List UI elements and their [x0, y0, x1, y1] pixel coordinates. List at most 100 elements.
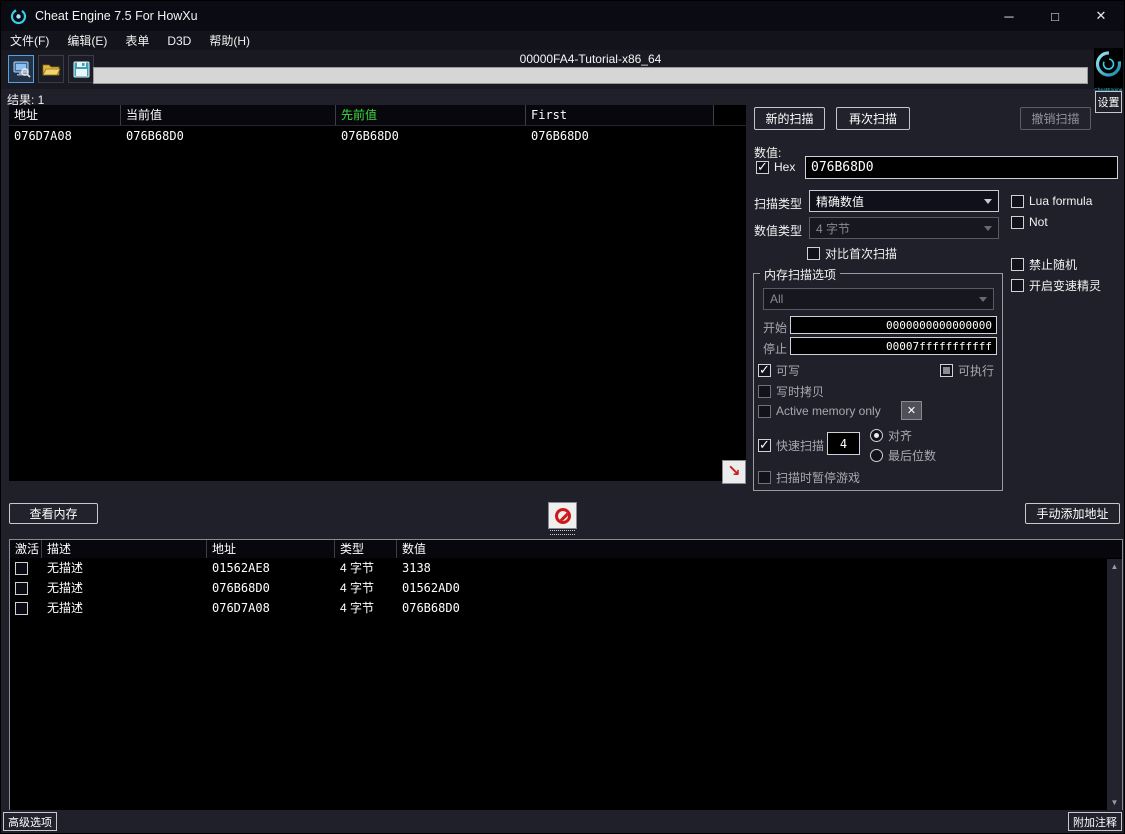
menu-file[interactable]: 文件(F) [1, 31, 58, 50]
maximize-button[interactable]: □ [1032, 1, 1078, 31]
value-type-value: 4 字节 [816, 221, 851, 236]
add-address-manually-button[interactable]: 手动添加地址 [1025, 503, 1120, 524]
address-row[interactable]: 无描述 01562AE8 4 字节 3138 [10, 558, 1122, 578]
pause-game-checkbox[interactable] [758, 471, 771, 484]
unrandomizer-checkbox[interactable] [1011, 258, 1024, 271]
cheat-engine-window: Cheat Engine 7.5 For HowXu ─ □ ✕ 文件(F) 编… [0, 0, 1125, 834]
fast-scan-row: 快速扫描 [758, 437, 824, 454]
value-cell: 01562AD0 [402, 581, 460, 595]
titlebar: Cheat Engine 7.5 For HowXu ─ □ ✕ [1, 1, 1124, 31]
type-cell: 4 字节 [340, 601, 375, 615]
chevron-down-icon [979, 296, 987, 302]
column-header-address[interactable]: 地址 [9, 105, 121, 125]
writable-row: 可写 [758, 362, 800, 379]
select-process-button[interactable] [8, 55, 34, 83]
process-area: 00000FA4-Tutorial-x86_64 [93, 52, 1088, 84]
add-selected-to-addresslist-button[interactable]: ↘ [722, 460, 746, 484]
active-checkbox[interactable] [15, 561, 28, 575]
last-digits-radio[interactable] [870, 449, 883, 462]
undo-scan-button[interactable]: 撤销扫描 [1020, 107, 1091, 130]
memory-region-dropdown[interactable]: All [763, 288, 994, 310]
compare-first-checkbox[interactable] [807, 247, 820, 260]
memory-view-button[interactable]: 查看内存 [9, 503, 98, 524]
active-memory-clear-button[interactable]: ✕ [901, 401, 922, 420]
value-type-dropdown[interactable]: 4 字节 [809, 217, 999, 239]
active-checkbox[interactable] [15, 581, 28, 595]
hex-checkbox[interactable] [756, 159, 769, 175]
column-header-current-value[interactable]: 当前值 [121, 105, 336, 125]
column-header-active[interactable]: 激活 [10, 540, 42, 558]
comments-button[interactable]: 附加注释 [1068, 812, 1122, 831]
next-scan-button[interactable]: 再次扫描 [836, 107, 910, 130]
start-label: 开始 [763, 321, 788, 335]
copy-on-write-label: 写时拷贝 [776, 385, 825, 399]
address-row[interactable]: 无描述 076D7A08 4 字节 076B68D0 [10, 598, 1122, 618]
fast-scan-alignment-input[interactable] [827, 432, 860, 455]
last-digits-label: 最后位数 [888, 449, 937, 463]
scan-progressbar [93, 67, 1088, 84]
active-memory-checkbox[interactable] [758, 404, 771, 418]
column-header-address[interactable]: 地址 [207, 540, 335, 558]
minimize-button[interactable]: ─ [986, 1, 1032, 31]
attached-process-name: 00000FA4-Tutorial-x86_64 [519, 52, 662, 66]
stop-address-input[interactable] [790, 337, 997, 355]
stop-button[interactable] [548, 502, 577, 529]
cheat-engine-logo[interactable]: CheatEngine [1094, 48, 1123, 92]
column-header-description[interactable]: 描述 [42, 540, 207, 558]
compare-first-row: 对比首次扫描 [807, 245, 897, 262]
open-file-button[interactable] [38, 55, 64, 83]
stop-label: 停止 [763, 342, 788, 356]
chevron-down-icon [984, 225, 992, 231]
scan-value-input[interactable] [805, 156, 1118, 179]
column-header-type[interactable]: 类型 [335, 540, 397, 558]
fast-scan-checkbox[interactable] [758, 437, 771, 453]
advanced-options-button[interactable]: 高级选项 [3, 812, 57, 831]
menu-help[interactable]: 帮助(H) [200, 31, 259, 50]
menu-edit[interactable]: 编辑(E) [58, 31, 116, 50]
not-checkbox[interactable] [1011, 215, 1024, 229]
address-list: 激活 描述 地址 类型 数值 无描述 01562AE8 4 字节 3138 无描… [9, 539, 1123, 811]
column-header-value[interactable]: 数值 [397, 540, 1122, 558]
lua-formula-checkbox[interactable] [1011, 194, 1024, 208]
close-icon: ✕ [906, 405, 917, 417]
save-floppy-icon [73, 61, 89, 77]
splitter-handle[interactable] [550, 530, 575, 535]
type-cell: 4 字节 [340, 581, 375, 595]
column-header-first[interactable]: First [526, 105, 714, 125]
type-cell: 4 字节 [340, 561, 375, 575]
align-radio[interactable] [870, 429, 883, 442]
copy-on-write-checkbox[interactable] [758, 385, 771, 398]
scroll-down-icon[interactable]: ▼ [1107, 795, 1122, 810]
scroll-up-icon[interactable]: ▲ [1107, 559, 1122, 574]
active-memory-label: Active memory only [776, 404, 881, 418]
address-row[interactable]: 无描述 076B68D0 4 字节 01562AD0 [10, 578, 1122, 598]
new-scan-button[interactable]: 新的扫描 [754, 107, 825, 130]
align-row: 对齐 [870, 427, 912, 444]
unrandomizer-row: 禁止随机 [1011, 256, 1077, 273]
speedhack-checkbox[interactable] [1011, 279, 1024, 292]
result-current-value: 076B68D0 [126, 129, 184, 143]
found-list-row[interactable]: 076D7A08 076B68D0 076B68D0 076B68D0 [9, 126, 746, 146]
executable-checkbox[interactable] [940, 364, 953, 377]
value-cell: 076B68D0 [402, 601, 460, 615]
menu-table[interactable]: 表单 [116, 31, 158, 50]
start-address-input[interactable] [790, 316, 997, 334]
scan-type-dropdown[interactable]: 精确数值 [809, 190, 999, 212]
writable-checkbox[interactable] [758, 362, 771, 378]
result-first-value: 076B68D0 [531, 129, 589, 143]
scrollbar[interactable]: ▲ ▼ [1107, 559, 1122, 810]
column-header-previous-value[interactable]: 先前值 [336, 105, 526, 125]
scan-type-value: 精确数值 [816, 194, 865, 209]
chevron-down-icon [984, 198, 992, 204]
fast-scan-label: 快速扫描 [776, 439, 825, 453]
save-file-button[interactable] [68, 55, 94, 83]
menu-d3d[interactable]: D3D [158, 31, 200, 50]
address-list-header: 激活 描述 地址 类型 数值 [10, 540, 1122, 558]
app-icon [10, 8, 27, 24]
address-cell: 076D7A08 [212, 601, 270, 615]
window-controls: ─ □ ✕ [986, 1, 1124, 31]
close-button[interactable]: ✕ [1078, 1, 1124, 31]
footer: 高级选项 附加注释 [1, 810, 1124, 833]
menubar: 文件(F) 编辑(E) 表单 D3D 帮助(H) [1, 31, 1124, 50]
active-checkbox[interactable] [15, 601, 28, 615]
